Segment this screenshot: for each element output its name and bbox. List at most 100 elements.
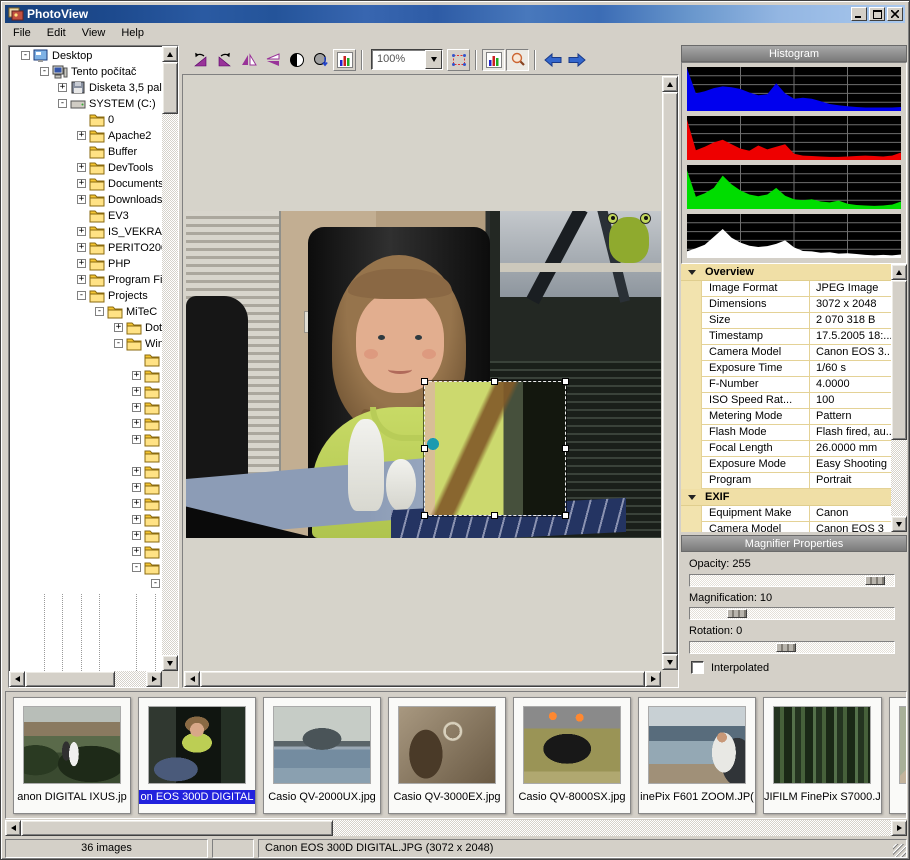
- opacity-slider[interactable]: [689, 574, 895, 587]
- tree-item[interactable]: +Documents a: [11, 176, 162, 192]
- tree-expand-plus-icon[interactable]: +: [132, 483, 141, 492]
- thumbnail-card[interactable]: on EOS 300D DIGITAL: [138, 697, 256, 814]
- property-row[interactable]: Dimensions3072 x 2048: [681, 297, 891, 313]
- tree-expand-plus-icon[interactable]: +: [132, 467, 141, 476]
- tree-expand-plus-icon[interactable]: +: [77, 243, 86, 252]
- next-image-button[interactable]: [565, 49, 588, 71]
- tree-item[interactable]: -Projects: [11, 288, 162, 304]
- tree-expand-plus-icon[interactable]: +: [132, 531, 141, 540]
- scroll-right-button[interactable]: [645, 671, 661, 687]
- magnifier-selection[interactable]: [424, 381, 566, 516]
- selection-handle-se[interactable]: [562, 512, 569, 519]
- tree-item[interactable]: +E: [11, 416, 162, 432]
- thumbnail-card[interactable]: Casio QV-8000SX.jpg: [513, 697, 631, 814]
- tree-expand-minus-icon[interactable]: -: [40, 67, 49, 76]
- scrollbar-thumb[interactable]: [662, 92, 678, 654]
- selection-handle-s[interactable]: [491, 512, 498, 519]
- magnification-slider[interactable]: [689, 607, 895, 620]
- scrollbar-thumb[interactable]: [200, 671, 645, 687]
- canvas-viewport[interactable]: [184, 76, 661, 670]
- tree-item[interactable]: +F: [11, 432, 162, 448]
- tree-expand-minus-icon[interactable]: -: [21, 51, 30, 60]
- property-row[interactable]: Image FormatJPEG Image: [681, 281, 891, 297]
- scroll-up-button[interactable]: [662, 76, 678, 92]
- tree-item[interactable]: +C: [11, 368, 162, 384]
- rotate-left-button[interactable]: [189, 49, 212, 71]
- flip-horizontal-button[interactable]: [237, 49, 260, 71]
- tree-item[interactable]: +M: [11, 480, 162, 496]
- tree-expand-minus-icon[interactable]: -: [95, 307, 104, 316]
- tree-item[interactable]: +Apache2: [11, 128, 162, 144]
- property-row[interactable]: Camera ModelCanon EOS 3: [681, 522, 891, 532]
- property-section-header-exif[interactable]: EXIF: [681, 489, 891, 506]
- tree-item[interactable]: +Disketa 3,5 palce: [11, 80, 162, 96]
- tree-item[interactable]: +M: [11, 512, 162, 528]
- slider-thumb[interactable]: [865, 576, 885, 585]
- magnifier-toggle[interactable]: [506, 49, 529, 71]
- tree-item[interactable]: -Tento počítač: [11, 64, 162, 80]
- tree-expand-plus-icon[interactable]: +: [114, 323, 123, 332]
- tree-item[interactable]: +D: [11, 384, 162, 400]
- tree-item[interactable]: +Downloads: [11, 192, 162, 208]
- tree-horizontal-scrollbar[interactable]: [9, 671, 162, 687]
- scrollbar-thumb[interactable]: [25, 671, 115, 687]
- thumbnail-card[interactable]: [889, 697, 907, 814]
- menu-edit[interactable]: Edit: [39, 25, 74, 41]
- tree-expand-minus-icon[interactable]: -: [58, 99, 67, 108]
- property-row[interactable]: Exposure Time1/60 s: [681, 361, 891, 377]
- property-row[interactable]: Exposure ModeEasy Shooting: [681, 457, 891, 473]
- tree-expand-plus-icon[interactable]: +: [132, 403, 141, 412]
- tree-item[interactable]: +PERITO2004: [11, 240, 162, 256]
- tree-item[interactable]: Buffer: [11, 144, 162, 160]
- slider-thumb[interactable]: [776, 643, 796, 652]
- tree-item[interactable]: +Program Files: [11, 272, 162, 288]
- property-row[interactable]: Metering ModePattern: [681, 409, 891, 425]
- scroll-up-button[interactable]: [891, 264, 907, 280]
- tree-expand-minus-icon[interactable]: -: [132, 563, 141, 572]
- scrollbar-thumb[interactable]: [891, 280, 907, 440]
- tree-expand-plus-icon[interactable]: +: [77, 227, 86, 236]
- rotate-right-button[interactable]: [213, 49, 236, 71]
- tree-item[interactable]: -Win3: [11, 336, 162, 352]
- scroll-left-button[interactable]: [9, 671, 25, 687]
- zoom-dropdown-button[interactable]: [425, 50, 442, 69]
- property-row[interactable]: ISO Speed Rat...100: [681, 393, 891, 409]
- contrast-button[interactable]: [285, 49, 308, 71]
- canvas-horizontal-scrollbar[interactable]: [184, 671, 661, 687]
- tree-expand-minus-icon[interactable]: -: [151, 579, 160, 588]
- selection-handle-w[interactable]: [421, 445, 428, 452]
- tree-expand-plus-icon[interactable]: +: [132, 371, 141, 380]
- tree-expand-plus-icon[interactable]: +: [132, 387, 141, 396]
- tree-expand-plus-icon[interactable]: +: [132, 499, 141, 508]
- tree-item[interactable]: +IS_VEKRA: [11, 224, 162, 240]
- property-row[interactable]: Camera ModelCanon EOS 3...: [681, 345, 891, 361]
- tree-item[interactable]: +DevTools: [11, 160, 162, 176]
- property-row[interactable]: Timestamp17.5.2005 18:...: [681, 329, 891, 345]
- tree-item[interactable]: _: [11, 352, 162, 368]
- tree-item[interactable]: +DotN: [11, 320, 162, 336]
- thumbnail-card[interactable]: Casio QV-3000EX.jpg: [388, 697, 506, 814]
- canvas-vertical-scrollbar[interactable]: [662, 76, 678, 670]
- scroll-down-button[interactable]: [891, 516, 907, 532]
- tree-vertical-scrollbar[interactable]: [162, 46, 178, 671]
- tree-item[interactable]: +M: [11, 496, 162, 512]
- tree-item[interactable]: +PHP: [11, 256, 162, 272]
- tree-expand-plus-icon[interactable]: +: [77, 259, 86, 268]
- tree-item[interactable]: +L: [11, 464, 162, 480]
- tree-item[interactable]: -MiTeC: [11, 304, 162, 320]
- property-row[interactable]: Flash ModeFlash fired, au...: [681, 425, 891, 441]
- scroll-down-button[interactable]: [662, 654, 678, 670]
- selection-handle-e[interactable]: [562, 445, 569, 452]
- minimize-button[interactable]: [851, 7, 867, 21]
- rotation-slider[interactable]: [689, 641, 895, 654]
- scrollbar-thumb[interactable]: [21, 820, 333, 836]
- interpolated-checkbox[interactable]: [691, 661, 704, 674]
- tree-item[interactable]: -SYSTEM (C:): [11, 96, 162, 112]
- brightness-button[interactable]: [309, 49, 332, 71]
- tree-item[interactable]: +P: [11, 544, 162, 560]
- tree-expand-plus-icon[interactable]: +: [77, 131, 86, 140]
- title-bar[interactable]: PhotoView: [5, 5, 905, 23]
- tree-item[interactable]: -P: [11, 560, 162, 576]
- close-button[interactable]: [887, 7, 903, 21]
- property-row[interactable]: F-Number4.0000: [681, 377, 891, 393]
